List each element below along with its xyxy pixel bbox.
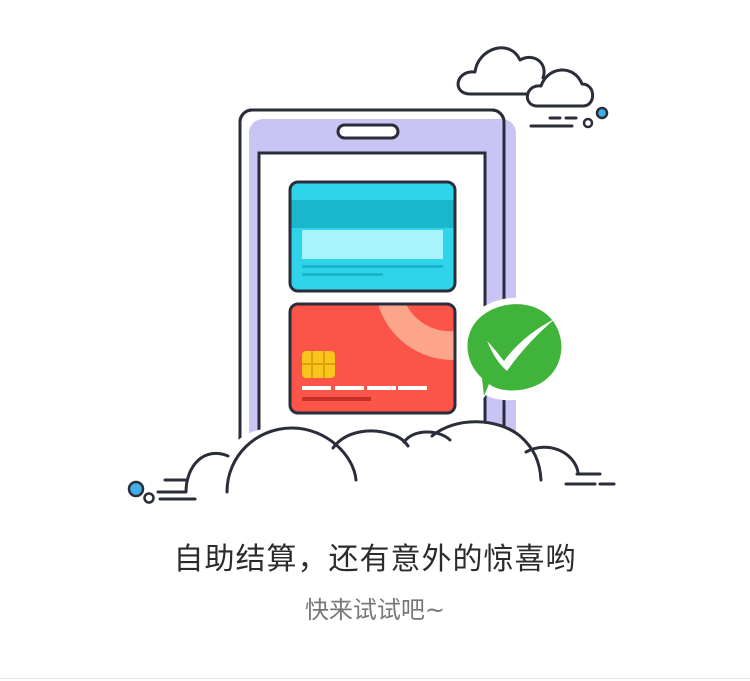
dot-icon <box>143 492 155 504</box>
promo-headline: 自助结算，还有意外的惊喜哟 <box>173 542 577 577</box>
self-checkout-illustration <box>127 46 616 504</box>
dot-icon <box>127 480 145 498</box>
dot-icon <box>595 106 609 120</box>
promo-subline: 快来试试吧~ <box>304 596 446 624</box>
credit-card-icon <box>288 302 457 415</box>
dot-icon <box>582 117 594 129</box>
cloud-icon <box>456 46 595 108</box>
wechat-pay-icon <box>457 297 569 405</box>
bank-card-icon <box>288 180 457 293</box>
divider <box>0 678 750 679</box>
motion-lines-top-right <box>529 116 578 128</box>
